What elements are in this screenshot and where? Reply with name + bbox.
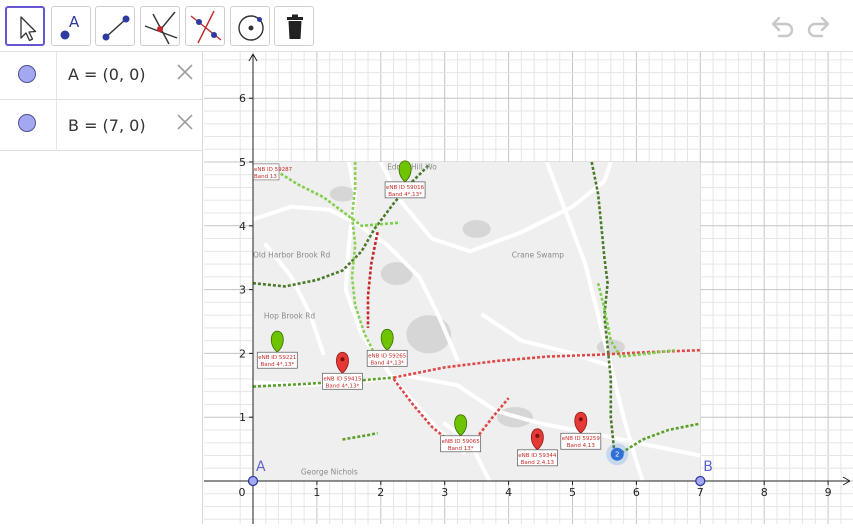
y-tick-label-1: 1 <box>239 411 246 424</box>
point-a-label: A <box>256 459 266 475</box>
row-divider <box>56 52 57 99</box>
perpendicular-line-tool-button[interactable] <box>140 6 180 46</box>
algebra-view: A = (0, 0) B = (7, 0) <box>0 52 203 524</box>
point-a[interactable]: A <box>247 459 267 487</box>
point-icon: A <box>60 13 80 40</box>
marker-cluster[interactable]: 2 <box>606 443 629 466</box>
graphics-view[interactable]: Edmo Hill Wo Old Harbor Brook Rd Hop Brook… <box>204 52 853 524</box>
marker-label-id: eNB ID 59016 <box>386 185 425 191</box>
x-tick-label-0: 0 <box>239 486 246 499</box>
point-b-marker[interactable] <box>695 475 706 487</box>
algebra-row-b[interactable]: B = (7, 0) <box>0 100 202 151</box>
marker-label-id: eNB ID 59265 <box>368 353 407 359</box>
point-b-definition[interactable]: B = (7, 0) <box>68 116 146 135</box>
marker-label-band: Band 4,13 <box>567 443 596 449</box>
map-place-label: George Nichols <box>301 468 358 477</box>
perpendicular-line-icon <box>144 11 178 45</box>
point-tool-button[interactable]: A <box>51 6 91 46</box>
delete-tool-button[interactable] <box>274 6 314 46</box>
point-tool-letter: A <box>69 13 80 31</box>
marker-label-band: Band 13* <box>448 446 474 452</box>
y-tick-label-6: 6 <box>239 92 246 105</box>
map-pin-dot <box>535 433 540 438</box>
algebra-row-a[interactable]: A = (0, 0) <box>0 52 202 100</box>
cluster-count: 2 <box>615 451 619 459</box>
x-tick-label-2: 2 <box>377 486 384 499</box>
map-place-label: Crane Swamp <box>512 251 564 260</box>
map-lake <box>329 186 356 202</box>
point-b-visibility-toggle[interactable] <box>18 114 36 132</box>
move-tool-button[interactable] <box>5 6 45 46</box>
row-divider <box>56 100 57 150</box>
close-icon[interactable] <box>176 63 194 81</box>
x-tick-label-4: 4 <box>505 486 512 499</box>
marker-label-band: Band 4*,13* <box>260 362 294 368</box>
map-lake <box>596 339 625 355</box>
marker-label-id: eNB ID 59344 <box>518 453 557 459</box>
map-place-label: Old Harbor Brook Rd <box>253 251 330 260</box>
segment-icon <box>102 15 130 41</box>
marker-label-band: Band 2,4,13 <box>521 460 555 466</box>
x-tick-label-6: 6 <box>633 486 640 499</box>
x-tick-label-5: 5 <box>569 486 576 499</box>
x-tick-label-8: 8 <box>761 486 768 499</box>
map-lake <box>462 220 491 238</box>
marker-label-id: eNB ID 59221 <box>258 355 296 361</box>
corner-label-line2: Band 13 <box>254 174 277 180</box>
marker-label-id: eNB ID 59259 <box>562 436 601 442</box>
map-background-image: Edmo Hill Wo Old Harbor Brook Rd Hop Brook… <box>252 160 701 481</box>
marker-label-id: eNB ID 59065 <box>442 439 481 445</box>
y-tick-label-3: 3 <box>239 284 246 297</box>
trash-icon <box>287 14 303 39</box>
y-tick-label-5: 5 <box>239 156 246 169</box>
x-tick-label-1: 1 <box>313 486 320 499</box>
marker-label-band: Band 4*,13* <box>370 360 404 366</box>
point-a-definition[interactable]: A = (0, 0) <box>68 65 146 84</box>
y-tick-label-2: 2 <box>239 347 246 360</box>
map-pin-dot <box>578 417 583 422</box>
map-place-label: Hop Brook Rd <box>264 311 316 320</box>
coordinate-plane[interactable]: Edmo Hill Wo Old Harbor Brook Rd Hop Brook… <box>204 52 853 524</box>
map-pin-dot <box>340 357 345 362</box>
marker-label-band: Band 4*,13* <box>388 192 422 198</box>
x-tick-label-3: 3 <box>441 486 448 499</box>
intersect-tool-button[interactable] <box>185 6 225 46</box>
close-icon[interactable] <box>176 113 194 131</box>
circle-tool-button[interactable] <box>230 6 270 46</box>
map-place-label: Edmo Hill Wo <box>387 163 437 172</box>
toolbar: A <box>0 0 853 52</box>
undo-icon[interactable] <box>767 12 797 40</box>
point-a-visibility-toggle[interactable] <box>18 65 36 83</box>
y-tick-label-4: 4 <box>239 220 246 233</box>
point-b-label: B <box>703 459 713 475</box>
point-a-marker[interactable] <box>247 475 259 487</box>
marker-label-band: Band 4*,13* <box>326 383 360 389</box>
segment-tool-button[interactable] <box>95 6 135 46</box>
x-tick-label-7: 7 <box>697 486 704 499</box>
marker-label-id: eNB ID 59415 <box>323 376 362 382</box>
circle-with-center-icon <box>238 15 264 41</box>
x-tick-label-9: 9 <box>825 486 832 499</box>
intersect-icon <box>190 10 222 44</box>
redo-icon[interactable] <box>804 12 834 40</box>
corner-label-line1: eNB ID 59287 <box>254 167 293 173</box>
cursor-arrow-icon <box>20 16 37 42</box>
